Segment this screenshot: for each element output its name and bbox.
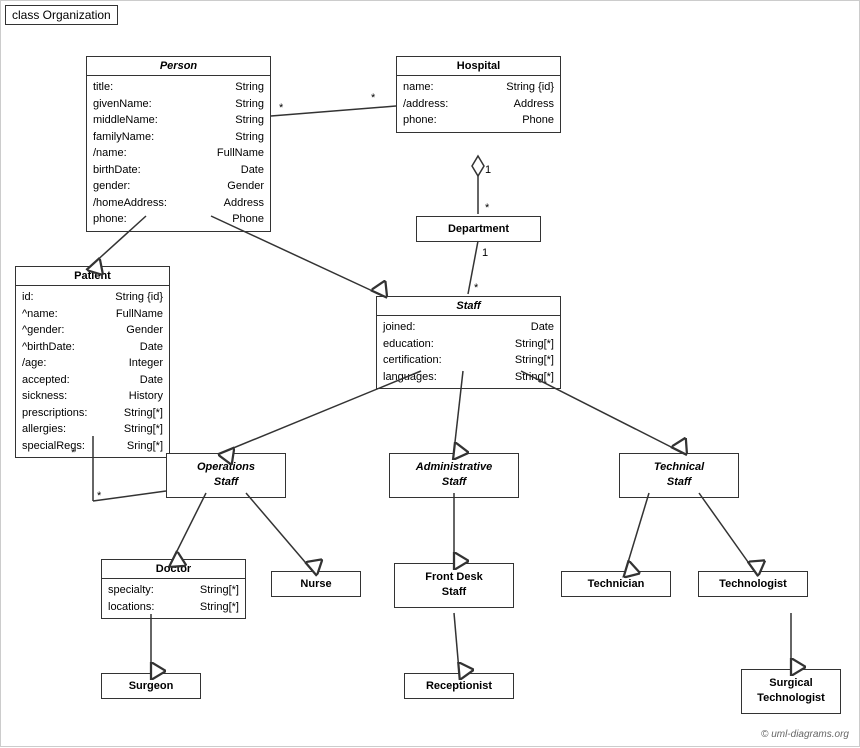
person-header: Person [87,57,270,76]
diagram-title: class Organization [5,5,118,25]
operations-staff-class: OperationsStaff [166,453,286,498]
patient-body: id:String {id} ^name:FullName ^gender:Ge… [16,286,169,457]
staff-body: joined:Date education:String[*] certific… [377,316,560,388]
surgical-technologist-class: SurgicalTechnologist [741,669,841,714]
copyright: © uml-diagrams.org [761,729,849,740]
nurse-class: Nurse [271,571,361,597]
doctor-body: specialty:String[*] locations:String[*] [102,579,245,618]
front-desk-class: Front DeskStaff [394,563,514,608]
patient-class: Patient id:String {id} ^name:FullName ^g… [15,266,170,458]
staff-header: Staff [377,297,560,316]
svg-text:1: 1 [485,164,491,176]
staff-class: Staff joined:Date education:String[*] ce… [376,296,561,389]
hospital-class: Hospital name:String {id} /address:Addre… [396,56,561,133]
department-class: Department [416,216,541,242]
patient-header: Patient [16,267,169,286]
admin-staff-class: AdministrativeStaff [389,453,519,498]
diagram-container: class Organization Person title:String g… [0,0,860,747]
hospital-body: name:String {id} /address:Address phone:… [397,76,560,132]
technologist-class: Technologist [698,571,808,597]
hospital-header: Hospital [397,57,560,76]
svg-text:*: * [485,202,490,214]
doctor-class: Doctor specialty:String[*] locations:Str… [101,559,246,619]
svg-text:*: * [279,102,284,114]
svg-text:1: 1 [482,247,488,259]
person-body: title:String givenName:String middleName… [87,76,270,231]
person-class: Person title:String givenName:String mid… [86,56,271,232]
svg-text:*: * [474,282,479,294]
technician-class: Technician [561,571,671,597]
surgeon-class: Surgeon [101,673,201,699]
svg-text:*: * [371,92,376,104]
svg-text:*: * [97,490,102,502]
receptionist-class: Receptionist [404,673,514,699]
technical-staff-class: TechnicalStaff [619,453,739,498]
doctor-header: Doctor [102,560,245,579]
